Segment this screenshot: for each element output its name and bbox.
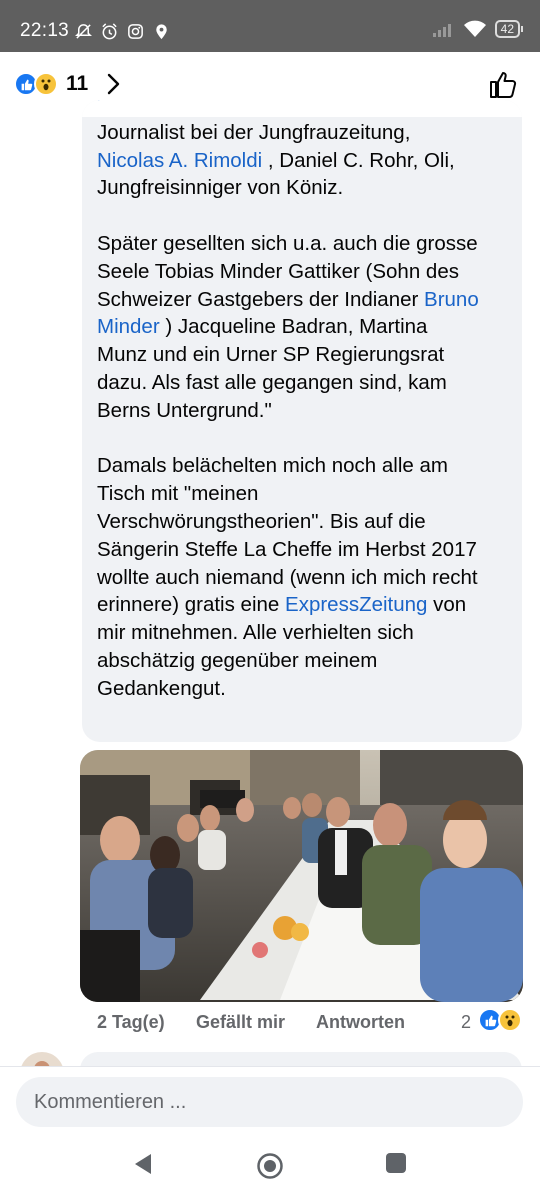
profile-mention-link[interactable]: Minder bbox=[97, 315, 160, 338]
comment-line: erinnere) gratis eine ExpressZeitung von bbox=[97, 591, 517, 619]
comment-line: wollte auch niemand (wenn ich mich recht bbox=[97, 564, 517, 592]
recents-icon[interactable] bbox=[385, 1152, 407, 1174]
alarm-icon bbox=[102, 23, 117, 40]
thumbs-up-icon[interactable] bbox=[488, 68, 518, 100]
comment-text-segment: abschätzig gegenüber meinem bbox=[97, 648, 378, 672]
like-link[interactable]: Gefällt mir bbox=[196, 1012, 285, 1033]
comment-line: Tisch mit "meinen bbox=[97, 480, 517, 508]
comment-text-segment: wollte auch niemand (wenn ich mich recht bbox=[97, 565, 478, 589]
comment-text-segment: ) Jacqueline Badran, Martina bbox=[159, 315, 428, 339]
comment-line: dazu. Als fast alle gegangen sind, kam bbox=[97, 369, 517, 397]
comment-text-segment: Damals belächelten mich noch alle am bbox=[97, 454, 448, 478]
comment-line: Schweizer Gastgebers der Indianer Bruno bbox=[97, 286, 517, 314]
comment-text-segment: Seele Tobias Minder Gattiker (Sohn des bbox=[97, 259, 459, 283]
comment-line: Damals belächelten mich noch alle am bbox=[97, 452, 517, 480]
location-icon bbox=[156, 24, 167, 40]
comment-line: Gedankengut. bbox=[97, 675, 517, 703]
comment-text-segment: Sängerin Steffe La Cheffe im Herbst 2017 bbox=[97, 537, 477, 561]
comment-text-segment: mir mitnehmen. Alle verhielten sich bbox=[97, 621, 414, 645]
notifications-off-icon bbox=[75, 24, 92, 39]
comment-line: Verschwörungstheorien". Bis auf die bbox=[97, 508, 517, 536]
status-icons bbox=[74, 22, 171, 41]
comment-line: abschätzig gegenüber meinem bbox=[97, 647, 517, 675]
comment-line: Nicolas A. Rimoldi , Daniel C. Rohr, Oli… bbox=[97, 147, 517, 175]
comment-age: 2 Tag(e) bbox=[97, 1012, 165, 1032]
back-icon[interactable] bbox=[132, 1152, 154, 1176]
profile-mention-link[interactable]: Nicolas A. Rimoldi bbox=[97, 149, 262, 172]
wifi-icon bbox=[463, 20, 486, 37]
comment-line: Sängerin Steffe La Cheffe im Herbst 2017 bbox=[97, 536, 517, 564]
comment-text-segment: Munz und ein Urner SP Regierungsrat bbox=[97, 343, 445, 367]
reaction-icons[interactable] bbox=[14, 72, 58, 96]
comment-line: Minder ) Jacqueline Badran, Martina bbox=[97, 313, 517, 341]
comment-photo[interactable] bbox=[80, 750, 523, 1002]
comment-text-segment: Verschwörungstheorien". Bis auf die bbox=[97, 509, 426, 533]
status-right: 42 bbox=[432, 20, 524, 38]
profile-mention-link[interactable]: ExpressZeitung bbox=[285, 593, 427, 616]
reaction-count[interactable]: 11 bbox=[66, 72, 88, 96]
wow-reaction-icon bbox=[34, 72, 58, 96]
comment-reaction-icons[interactable] bbox=[478, 1008, 522, 1032]
status-bar: 22:13 42 bbox=[0, 0, 540, 52]
comment-text-segment: Jungfreisinniger von Köniz. bbox=[97, 176, 344, 200]
reply-link[interactable]: Antworten bbox=[316, 1012, 405, 1033]
comment-text-segment: von bbox=[427, 593, 467, 617]
comment-line: Später gesellten sich u.a. auch die gros… bbox=[97, 230, 517, 258]
group-dinner-photo bbox=[80, 750, 523, 1002]
comment-line bbox=[97, 202, 517, 230]
comment-text-segment: Journalist bei der Jungfrauzeitung, bbox=[97, 120, 411, 144]
comment-text-segment: , Daniel C. Rohr, Oli, bbox=[262, 148, 455, 172]
comment-text-segment: Schweizer Gastgebers der Indianer bbox=[97, 287, 425, 311]
comment-text-segment: Später gesellten sich u.a. auch die gros… bbox=[97, 231, 478, 255]
comment-line bbox=[97, 425, 517, 453]
comment-composer: Kommentieren ... bbox=[0, 1066, 540, 1139]
comment-line: mir mitnehmen. Alle verhielten sich bbox=[97, 619, 517, 647]
comment-text-segment: Gedankengut. bbox=[97, 676, 226, 700]
signal-icon bbox=[432, 24, 451, 37]
comment-text-segment: Tisch mit "meinen bbox=[97, 482, 259, 506]
comment-line: Seele Tobias Minder Gattiker (Sohn des bbox=[97, 258, 517, 286]
system-nav-bar bbox=[0, 1138, 540, 1200]
home-icon[interactable] bbox=[256, 1152, 284, 1180]
comment-line: Berns Untergrund." bbox=[97, 397, 517, 425]
status-time: 22:13 bbox=[20, 20, 70, 41]
instagram-icon bbox=[128, 24, 143, 39]
comment-line: Munz und ein Urner SP Regierungsrat bbox=[97, 341, 517, 369]
comment-input[interactable]: Kommentieren ... bbox=[16, 1077, 523, 1127]
comment-text-segment: dazu. Als fast alle gegangen sind, kam bbox=[97, 370, 447, 394]
chevron-right-icon[interactable] bbox=[102, 72, 124, 96]
profile-mention-link[interactable]: Bruno bbox=[424, 288, 479, 311]
header-overlap bbox=[82, 100, 522, 117]
comment-reaction-count[interactable]: 2 bbox=[461, 1012, 471, 1033]
comment-bubble: Wäch Verleger des Hypnotiseurs undJourna… bbox=[82, 100, 522, 742]
comment-line: Jungfreisinniger von Köniz. bbox=[97, 174, 517, 202]
battery-indicator: 42 bbox=[494, 20, 524, 38]
comment-text-segment: Berns Untergrund." bbox=[97, 398, 272, 422]
comment-text-segment: erinnere) gratis eine bbox=[97, 593, 286, 617]
wow-reaction-icon bbox=[498, 1008, 522, 1032]
comment-text: Wäch Verleger des Hypnotiseurs undJourna… bbox=[97, 100, 517, 703]
comment-line: Journalist bei der Jungfrauzeitung, bbox=[97, 119, 517, 147]
